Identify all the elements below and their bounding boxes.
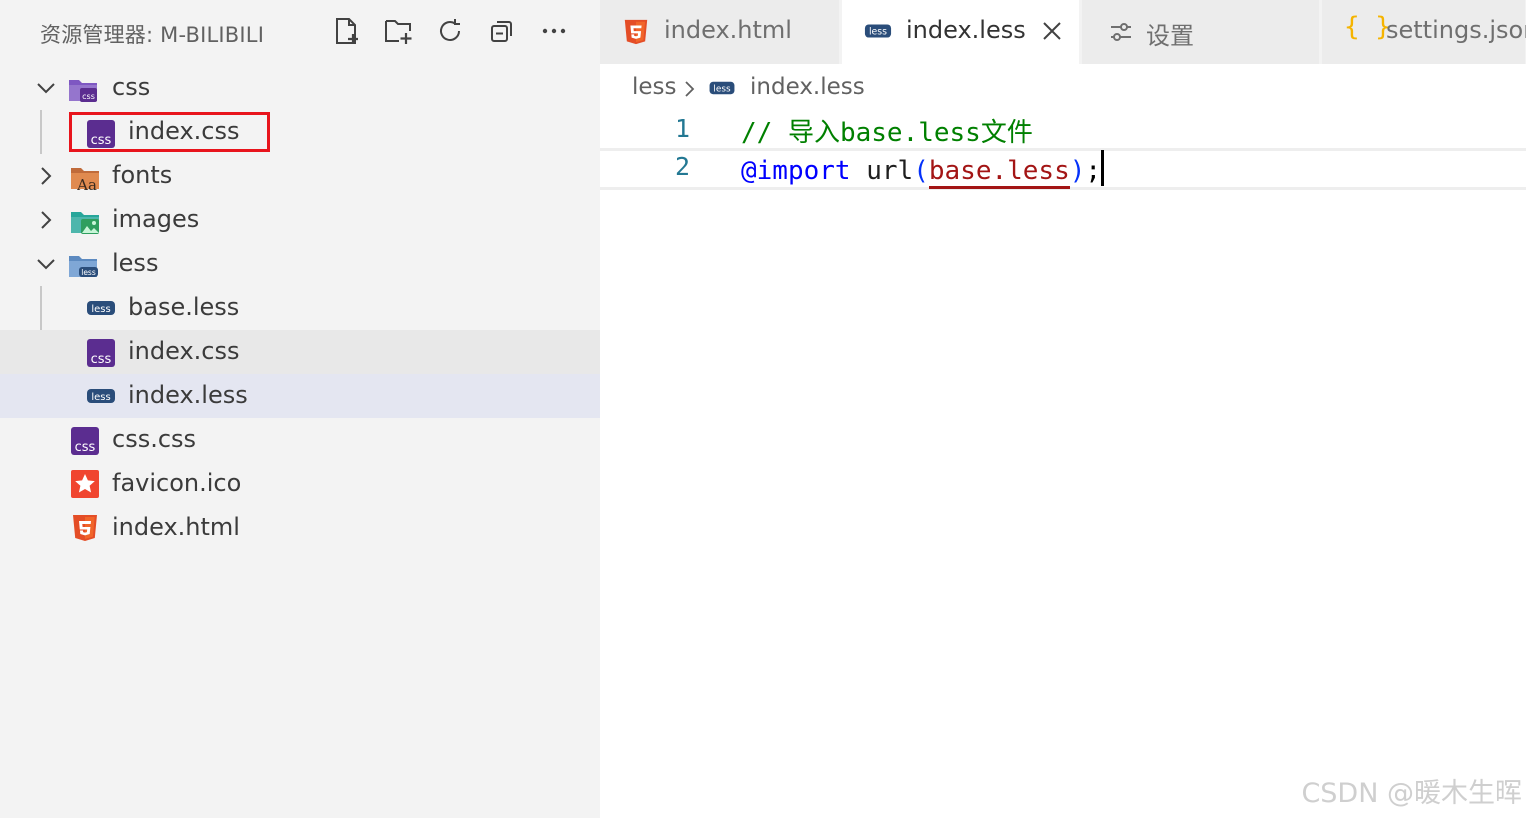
tree-item-fonts-folder[interactable]: Aa fonts bbox=[0, 154, 600, 198]
explorer-title: 资源管理器: M-BILIBILI bbox=[40, 23, 265, 47]
fonts-folder-icon: Aa bbox=[71, 168, 99, 192]
css-file-icon: css bbox=[71, 427, 99, 455]
svg-text:less: less bbox=[869, 27, 887, 38]
tree-item-label: base.less bbox=[128, 293, 240, 321]
tree-item-label: favicon.ico bbox=[112, 469, 242, 497]
explorer-sidebar: 资源管理器: M-BILIBILI css css css index.css … bbox=[0, 0, 600, 818]
less-file-icon: less bbox=[87, 389, 115, 403]
code-paren: ) bbox=[1069, 156, 1086, 186]
highlight-box bbox=[69, 112, 270, 152]
tab-label: 设置 bbox=[1146, 22, 1194, 50]
close-icon[interactable] bbox=[1041, 20, 1063, 42]
refresh-icon[interactable] bbox=[433, 14, 467, 48]
tab-index-html[interactable]: index.html bbox=[600, 0, 840, 64]
new-file-icon[interactable] bbox=[330, 14, 364, 48]
watermark: CSDN @暖木生晖 bbox=[1301, 778, 1522, 809]
tree-item-less-folder[interactable]: less less bbox=[0, 242, 600, 286]
tab-index-less[interactable]: less index.less bbox=[842, 0, 1080, 64]
tree-item-base-less[interactable]: less base.less bbox=[0, 286, 600, 330]
chevron-down-icon bbox=[37, 259, 55, 270]
chevron-down-icon bbox=[37, 83, 55, 94]
tab-label: settings.json bbox=[1386, 16, 1526, 44]
tree-item-favicon[interactable]: favicon.ico bbox=[0, 462, 600, 506]
new-folder-icon[interactable] bbox=[381, 14, 415, 48]
tree-item-index-html[interactable]: index.html bbox=[0, 506, 600, 550]
tab-settings[interactable]: 设置 bbox=[1082, 0, 1320, 64]
settings-sliders-icon bbox=[1111, 23, 1131, 41]
tree-item-label: less bbox=[112, 249, 159, 277]
tree-item-label: index.css bbox=[128, 337, 240, 365]
breadcrumb: less less index.less bbox=[600, 64, 1526, 112]
svg-text:less: less bbox=[81, 268, 96, 277]
tree-item-label: index.html bbox=[112, 513, 240, 541]
tree-item-less-index-css[interactable]: css index.css bbox=[0, 330, 600, 374]
breadcrumb-file[interactable]: index.less bbox=[750, 74, 865, 100]
json-braces-icon: { } bbox=[1344, 12, 1391, 42]
less-file-icon: less bbox=[864, 24, 892, 38]
chevron-right-icon bbox=[685, 81, 695, 97]
tab-label: index.less bbox=[906, 16, 1026, 44]
editor-area: index.html less index.less 设置 { } settin… bbox=[600, 0, 1526, 818]
tree-item-label: fonts bbox=[112, 161, 173, 189]
tree-item-images-folder[interactable]: images bbox=[0, 198, 600, 242]
chevron-right-icon bbox=[41, 211, 52, 229]
code-comment: // 导入base.less文件 bbox=[741, 118, 1033, 148]
tree-item-css-css[interactable]: css css.css bbox=[0, 418, 600, 462]
explorer-header: 资源管理器: M-BILIBILI bbox=[0, 0, 600, 64]
svg-text:Aa: Aa bbox=[76, 176, 97, 192]
less-file-icon: less bbox=[709, 81, 735, 95]
code-paren: ( bbox=[913, 156, 929, 186]
less-file-icon: less bbox=[87, 301, 115, 315]
tree-item-label: css.css bbox=[112, 425, 197, 453]
star-icon bbox=[71, 470, 99, 498]
tree-item-label: images bbox=[112, 205, 200, 233]
tree-item-css-folder[interactable]: css css bbox=[0, 66, 600, 110]
code-text: @import url(base.less); bbox=[741, 150, 1105, 189]
tab-bar: index.html less index.less 设置 { } settin… bbox=[600, 0, 1526, 64]
code-function: url bbox=[866, 156, 914, 186]
code-at-rule: @import bbox=[741, 156, 851, 186]
text-cursor bbox=[1101, 150, 1105, 186]
css-folder-icon: css bbox=[69, 80, 97, 102]
svg-text:css: css bbox=[82, 92, 95, 101]
less-folder-icon: less bbox=[69, 256, 98, 277]
svg-text:css: css bbox=[91, 352, 112, 367]
svg-text:less: less bbox=[91, 304, 110, 315]
tree-item-label: css bbox=[112, 73, 151, 101]
tree-item-index-less[interactable]: less index.less bbox=[0, 374, 600, 418]
svg-text:css: css bbox=[75, 440, 96, 455]
line-number: 2 bbox=[674, 152, 690, 181]
tree-item-label: index.less bbox=[128, 381, 248, 409]
images-folder-icon bbox=[71, 212, 99, 234]
chevron-right-icon bbox=[41, 167, 52, 185]
tab-settings-json[interactable]: { } settings.json bbox=[1322, 0, 1526, 64]
code-line-current[interactable]: 2 @import url(base.less); bbox=[600, 148, 1526, 190]
code-semicolon: ; bbox=[1085, 156, 1102, 186]
code-argument: base.less bbox=[928, 156, 1070, 189]
breadcrumb-folder[interactable]: less bbox=[632, 74, 677, 100]
svg-text:less: less bbox=[713, 85, 731, 95]
css-file-icon: css bbox=[87, 339, 115, 367]
html5-icon bbox=[624, 19, 648, 45]
tab-label: index.html bbox=[664, 16, 792, 44]
html5-icon bbox=[73, 515, 97, 541]
code-line[interactable]: 1 // 导入base.less文件 bbox=[600, 110, 1526, 150]
svg-text:less: less bbox=[91, 392, 110, 403]
collapse-all-icon[interactable] bbox=[485, 14, 519, 48]
line-number: 1 bbox=[674, 114, 690, 143]
more-actions-icon[interactable] bbox=[537, 14, 571, 48]
